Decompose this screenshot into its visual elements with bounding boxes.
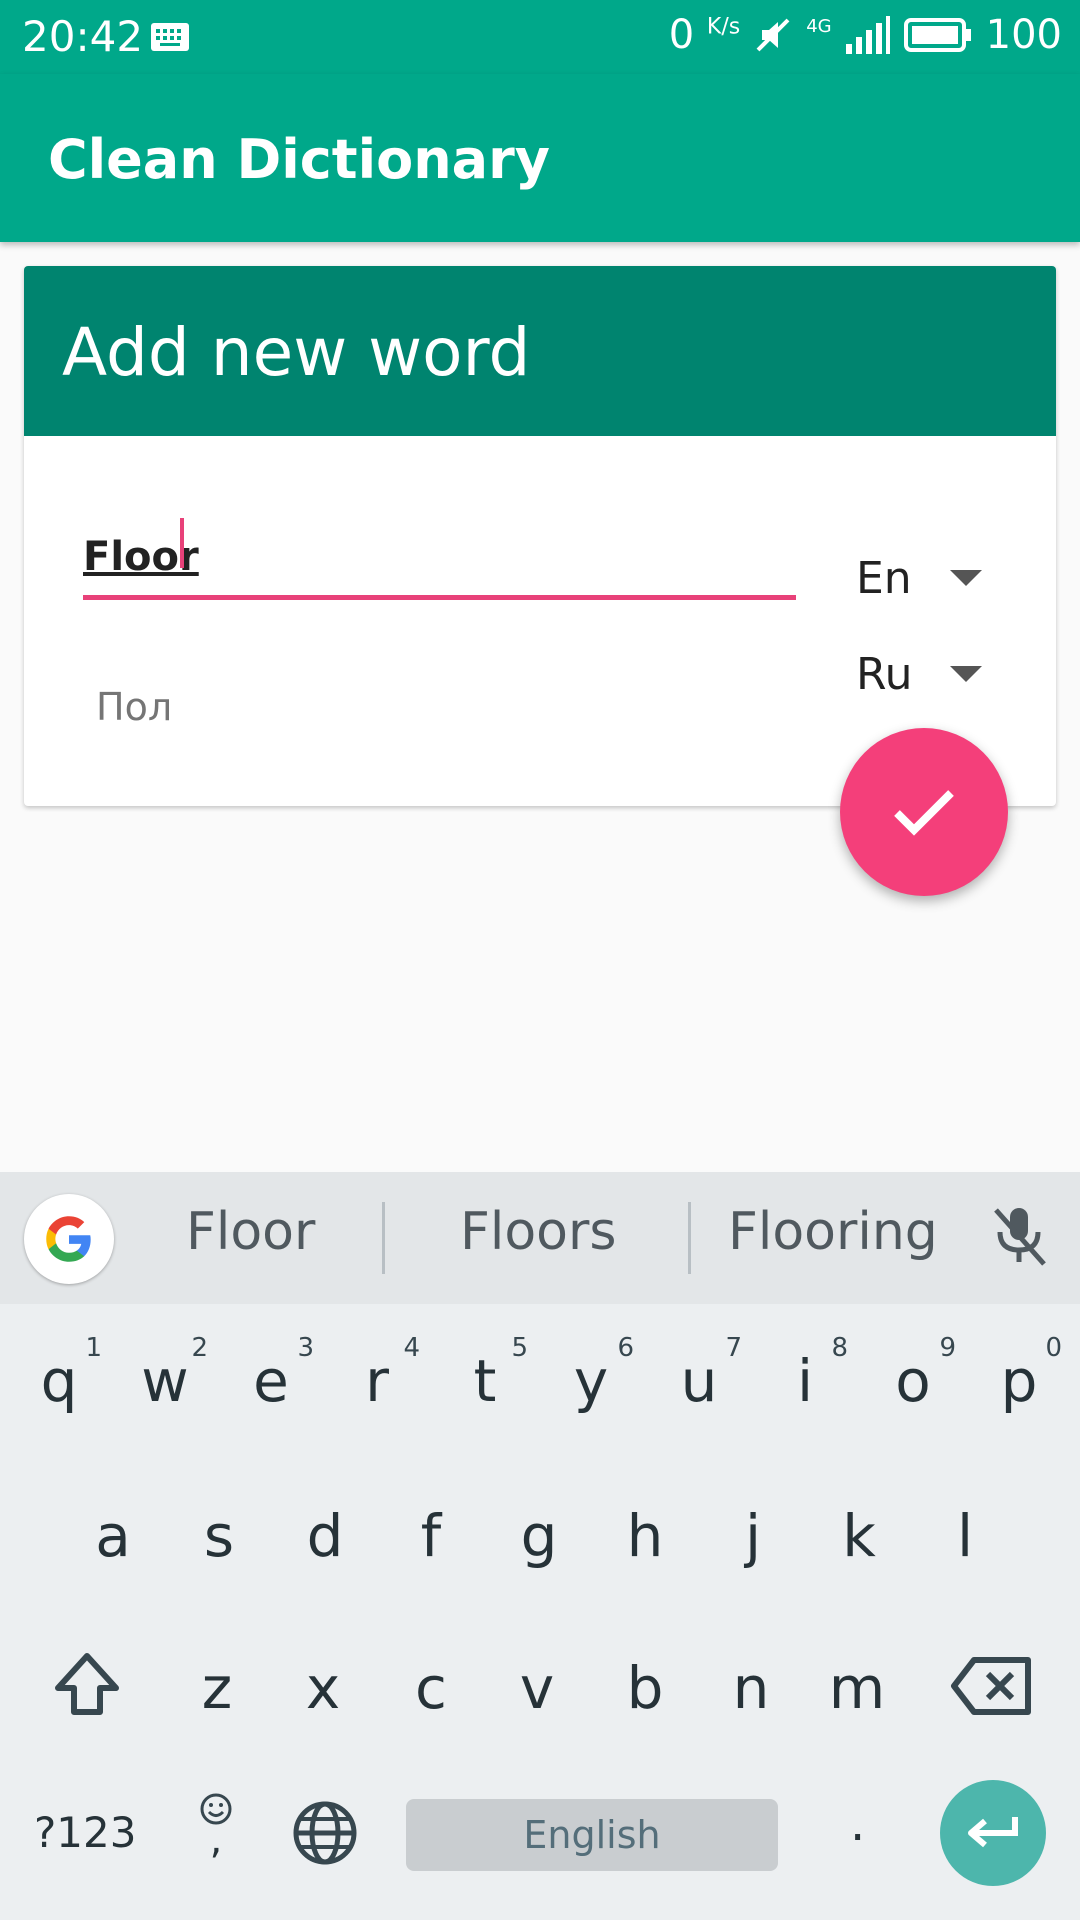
mute-icon: [756, 18, 790, 52]
key-k[interactable]: k: [814, 1502, 904, 1570]
target-language-value: Ru: [856, 648, 913, 700]
target-language-dropdown[interactable]: Ru: [856, 639, 1026, 709]
soft-keyboard: Floor Floors Flooring 1q 2w 3e 4r 5t 6y …: [0, 1172, 1080, 1920]
key-x[interactable]: x: [278, 1654, 368, 1722]
key-u[interactable]: 7u: [654, 1333, 744, 1415]
battery-level: 100: [985, 12, 1062, 58]
globe-icon[interactable]: [290, 1798, 360, 1868]
key-d[interactable]: d: [280, 1502, 370, 1570]
key-z[interactable]: z: [172, 1654, 262, 1722]
enter-key[interactable]: [940, 1780, 1046, 1886]
period-key[interactable]: .: [850, 1796, 865, 1852]
key-t[interactable]: 5t: [440, 1333, 530, 1415]
key-l[interactable]: l: [920, 1502, 1010, 1570]
suggestion-1[interactable]: Floor: [186, 1202, 315, 1262]
comma-label: ,: [209, 1817, 223, 1863]
divider: [688, 1202, 691, 1274]
key-m[interactable]: m: [812, 1654, 902, 1722]
confirm-button[interactable]: [840, 728, 1008, 896]
dropdown-arrow-icon: [949, 570, 982, 586]
battery-icon: [903, 18, 971, 52]
keyboard-icon: [151, 23, 189, 51]
app-title: Clean Dictionary: [48, 128, 550, 191]
net-speed: 0 K/s: [668, 12, 741, 58]
status-time: 20:42: [22, 12, 144, 61]
key-v[interactable]: v: [492, 1654, 582, 1722]
translation-input[interactable]: [96, 672, 696, 742]
backspace-icon[interactable]: [950, 1656, 1034, 1716]
key-i[interactable]: 8i: [760, 1333, 850, 1415]
suggestion-3[interactable]: Flooring: [728, 1202, 938, 1262]
key-f[interactable]: f: [386, 1502, 476, 1570]
app-bar: Clean Dictionary: [0, 74, 1080, 242]
key-o[interactable]: 9o: [868, 1333, 958, 1415]
key-p[interactable]: 0p: [974, 1333, 1064, 1415]
suggestion-2[interactable]: Floors: [460, 1202, 616, 1262]
emoji-comma-key[interactable]: ,: [196, 1792, 236, 1863]
key-w[interactable]: 2w: [120, 1333, 210, 1415]
suggestion-bar: Floor Floors Flooring: [0, 1172, 1080, 1304]
source-language-value: En: [856, 552, 912, 604]
status-indicators: 0 K/s 4G 100: [669, 12, 1062, 58]
google-icon[interactable]: [24, 1194, 114, 1284]
text-cursor: [180, 518, 184, 568]
key-c[interactable]: c: [386, 1654, 476, 1722]
key-s[interactable]: s: [174, 1502, 264, 1570]
dialog-title: Add new word: [62, 314, 531, 391]
source-language-dropdown[interactable]: En: [856, 543, 1026, 613]
key-q[interactable]: 1q: [14, 1333, 104, 1415]
key-e[interactable]: 3e: [226, 1333, 316, 1415]
key-h[interactable]: h: [600, 1502, 690, 1570]
symbols-key[interactable]: ?123: [34, 1808, 136, 1857]
google-logo-icon: [46, 1216, 91, 1262]
word-input[interactable]: [83, 510, 796, 600]
key-a[interactable]: a: [68, 1502, 158, 1570]
divider: [382, 1202, 385, 1274]
signal-icon: [845, 16, 890, 54]
space-key[interactable]: English: [406, 1799, 778, 1871]
key-g[interactable]: g: [494, 1502, 584, 1570]
check-icon: [894, 790, 954, 836]
mic-off-icon[interactable]: [990, 1204, 1050, 1268]
network-label: 4G: [806, 16, 832, 37]
status-bar: 20:42 0 K/s 4G 100: [0, 0, 1080, 74]
key-y[interactable]: 6y: [546, 1333, 636, 1415]
dropdown-arrow-icon: [950, 666, 983, 682]
key-j[interactable]: j: [708, 1502, 798, 1570]
shift-icon[interactable]: [52, 1650, 122, 1720]
key-r[interactable]: 4r: [332, 1333, 422, 1415]
key-n[interactable]: n: [706, 1654, 796, 1722]
key-b[interactable]: b: [600, 1654, 690, 1722]
enter-icon: [968, 1817, 1018, 1848]
